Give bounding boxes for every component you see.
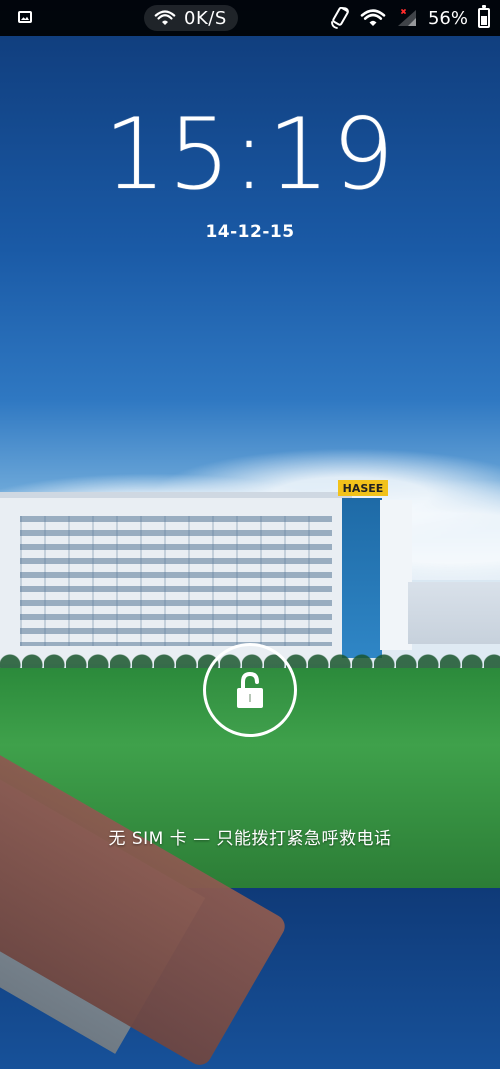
network-speed-text: 0K/S (184, 7, 227, 29)
wifi-icon (360, 9, 386, 26)
status-right: 56% (330, 4, 490, 32)
lockscreen-date: 14-12-15 (205, 222, 295, 242)
wallpaper-building (0, 492, 352, 664)
wallpaper-brand-sign: HASEE (338, 480, 388, 496)
lock-icon[interactable] (233, 670, 267, 710)
screen-rotation-icon (331, 7, 349, 29)
network-speed-pill: 0K/S (144, 5, 238, 31)
battery-fill (481, 16, 487, 25)
wifi-icon (154, 10, 176, 25)
cellular-signal-icon (397, 9, 416, 26)
lockscreen-time: 15:19 (103, 98, 397, 212)
wallpaper-right-building (408, 582, 500, 644)
picture-icon (18, 11, 32, 23)
wallpaper-tower (342, 498, 382, 658)
battery-percent: 56% (427, 7, 468, 29)
emergency-call-hint: 无 SIM 卡 — 只能拨打紧急呼救电话 (108, 829, 392, 849)
battery-icon (478, 5, 490, 28)
status-bar: 0K/S 56% (0, 0, 500, 36)
